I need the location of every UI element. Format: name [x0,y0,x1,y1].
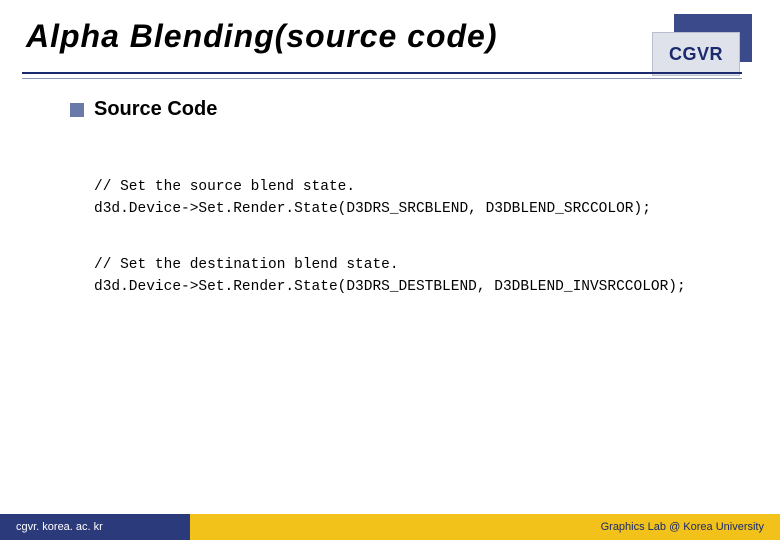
header-divider-thick [22,72,742,74]
footer-right-text: Graphics Lab @ Korea University [190,514,780,540]
slide-title: Alpha Blending(source code) [26,18,497,55]
square-bullet-icon [70,103,84,117]
code-line: d3d.Device->Set.Render.State(D3DRS_SRCBL… [94,201,651,217]
code-block-2: // Set the destination blend state. d3d.… [94,254,686,299]
code-line: d3d.Device->Set.Render.State(D3DRS_DESTB… [94,279,686,295]
code-line: // Set the destination blend state. [94,257,399,273]
badge-label: CGVR [652,32,740,76]
footer-left-text: cgvr. korea. ac. kr [0,514,190,540]
bullet-row: Source Code [70,98,217,121]
footer-bar: cgvr. korea. ac. kr Graphics Lab @ Korea… [0,514,780,540]
header-divider-thin [22,78,742,79]
code-line: // Set the source blend state. [94,179,355,195]
code-block-1: // Set the source blend state. d3d.Devic… [94,176,651,221]
slide: Alpha Blending(source code) CGVR Source … [0,0,780,540]
bullet-label: Source Code [94,98,217,121]
